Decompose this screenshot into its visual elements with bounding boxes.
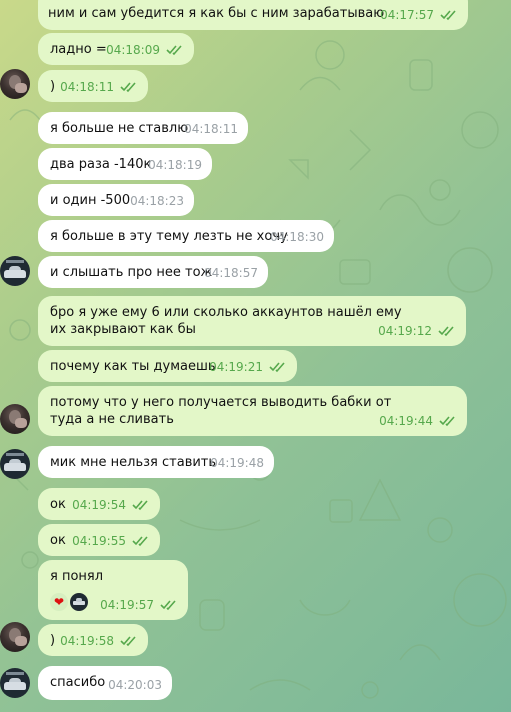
message-time: 04:19:48 <box>210 456 264 470</box>
message-meta: 04:19:48 <box>210 455 264 472</box>
message-outgoing[interactable]: почему как ты думаешь 04:19:21 <box>38 350 297 382</box>
message-meta: 04:19:21 <box>209 359 287 376</box>
message-time: 04:17:57 <box>380 8 434 22</box>
contact-avatar[interactable] <box>0 449 30 479</box>
message-outgoing[interactable]: ним и сам убедится я как бы с ним зараба… <box>38 0 468 30</box>
message-text: и слышать про нее тож <box>50 265 213 280</box>
message-time: 04:20:03 <box>108 678 162 692</box>
message-time: 04:19:44 <box>379 414 433 428</box>
message-incoming[interactable]: два раза -140к 04:18:19 <box>38 148 212 180</box>
contact-avatar[interactable] <box>0 622 30 652</box>
message-time: 04:19:58 <box>60 634 114 648</box>
message-incoming[interactable]: спасибо 04:20:03 <box>38 666 172 700</box>
message-text: я понял <box>50 569 104 584</box>
message-time: 04:18:11 <box>60 80 114 94</box>
reactor-avatar[interactable] <box>70 593 88 611</box>
message-outgoing[interactable]: ок 04:19:54 <box>38 488 160 520</box>
contact-avatar[interactable] <box>0 69 30 99</box>
message-time: 04:18:09 <box>106 43 160 57</box>
message-meta: 04:18:11 <box>184 121 238 138</box>
message-meta: 04:18:19 <box>148 157 202 174</box>
double-check-icon <box>269 362 285 373</box>
message-meta: 04:17:57 <box>380 7 458 24</box>
message-time: 04:18:57 <box>204 266 258 280</box>
double-check-icon <box>440 10 456 21</box>
message-meta: 04:18:11 <box>60 79 138 96</box>
double-check-icon <box>120 636 136 647</box>
message-text: ним и сам убедится я как бы с ним зараба… <box>48 6 385 21</box>
message-text: бро я уже ему 6 или сколько аккаунтов на… <box>50 305 402 337</box>
message-meta: 04:20:03 <box>108 677 162 694</box>
message-outgoing[interactable]: ) 04:18:11 <box>38 70 148 102</box>
message-meta: 04:19:58 <box>60 633 138 650</box>
message-text: ок <box>50 533 66 548</box>
message-text: два раза -140к <box>50 157 152 172</box>
message-text: потому что у него получается выводить ба… <box>50 395 392 427</box>
message-incoming[interactable]: и один -500 04:18:23 <box>38 184 194 216</box>
double-check-icon <box>439 416 455 427</box>
message-time: 04:19:54 <box>72 498 126 512</box>
message-outgoing[interactable]: ) 04:19:58 <box>38 624 148 656</box>
message-time: 04:18:19 <box>148 158 202 172</box>
double-check-icon <box>132 500 148 511</box>
double-check-icon <box>120 82 136 93</box>
message-text: ок <box>50 497 66 512</box>
message-outgoing[interactable]: ок 04:19:55 <box>38 524 160 556</box>
message-text: мик мне нельзя ставить <box>50 455 217 470</box>
message-incoming[interactable]: я больше не ставлю 04:18:11 <box>38 112 248 144</box>
heart-icon[interactable]: ❤ <box>50 593 68 611</box>
contact-avatar[interactable] <box>0 668 30 698</box>
message-text: ладно = <box>50 42 107 57</box>
message-meta: 04:19:55 <box>72 533 150 550</box>
message-outgoing[interactable]: ладно = 04:18:09 <box>38 33 194 65</box>
message-text: и один -500 <box>50 193 131 208</box>
contact-avatar[interactable] <box>0 404 30 434</box>
message-text: почему как ты думаешь <box>50 359 216 374</box>
message-meta: 04:18:09 <box>106 42 184 59</box>
message-incoming[interactable]: я больше в эту тему лезть не хочу 04:18:… <box>38 220 334 252</box>
message-meta: 04:19:54 <box>72 497 150 514</box>
message-meta: 04:18:57 <box>204 265 258 282</box>
message-text: я больше не ставлю <box>50 121 189 136</box>
message-meta: 04:19:12 <box>378 323 456 340</box>
message-incoming[interactable]: мик мне нельзя ставить 04:19:48 <box>38 446 274 478</box>
message-meta: 04:19:44 <box>379 413 457 430</box>
message-time: 04:19:55 <box>72 534 126 548</box>
message-outgoing[interactable]: бро я уже ему 6 или сколько аккаунтов на… <box>38 296 466 346</box>
message-text: спасибо <box>50 675 106 690</box>
double-check-icon <box>160 600 176 611</box>
message-text: ) <box>50 79 56 94</box>
message-outgoing[interactable]: потому что у него получается выводить ба… <box>38 386 467 436</box>
message-time: 04:18:23 <box>130 194 184 208</box>
double-check-icon <box>166 45 182 56</box>
message-time: 04:18:30 <box>270 230 324 244</box>
message-meta: 04:18:30 <box>270 229 324 246</box>
message-time: 04:19:12 <box>378 324 432 338</box>
message-time: 04:19:21 <box>209 360 263 374</box>
contact-avatar[interactable] <box>0 256 30 286</box>
double-check-icon <box>438 326 454 337</box>
message-text: я больше в эту тему лезть не хочу <box>50 229 288 244</box>
chat-message-list: ним и сам убедится я как бы с ним зараба… <box>0 0 511 712</box>
message-time: 04:18:11 <box>184 122 238 136</box>
message-meta: 04:18:23 <box>130 193 184 210</box>
message-time: 04:19:57 <box>100 598 154 612</box>
message-meta: 04:19:57 <box>100 597 178 614</box>
message-outgoing[interactable]: я понял ❤ 04:19:57 <box>38 560 188 620</box>
message-incoming[interactable]: и слышать про нее тож 04:18:57 <box>38 256 268 288</box>
double-check-icon <box>132 536 148 547</box>
message-text: ) <box>50 633 56 648</box>
